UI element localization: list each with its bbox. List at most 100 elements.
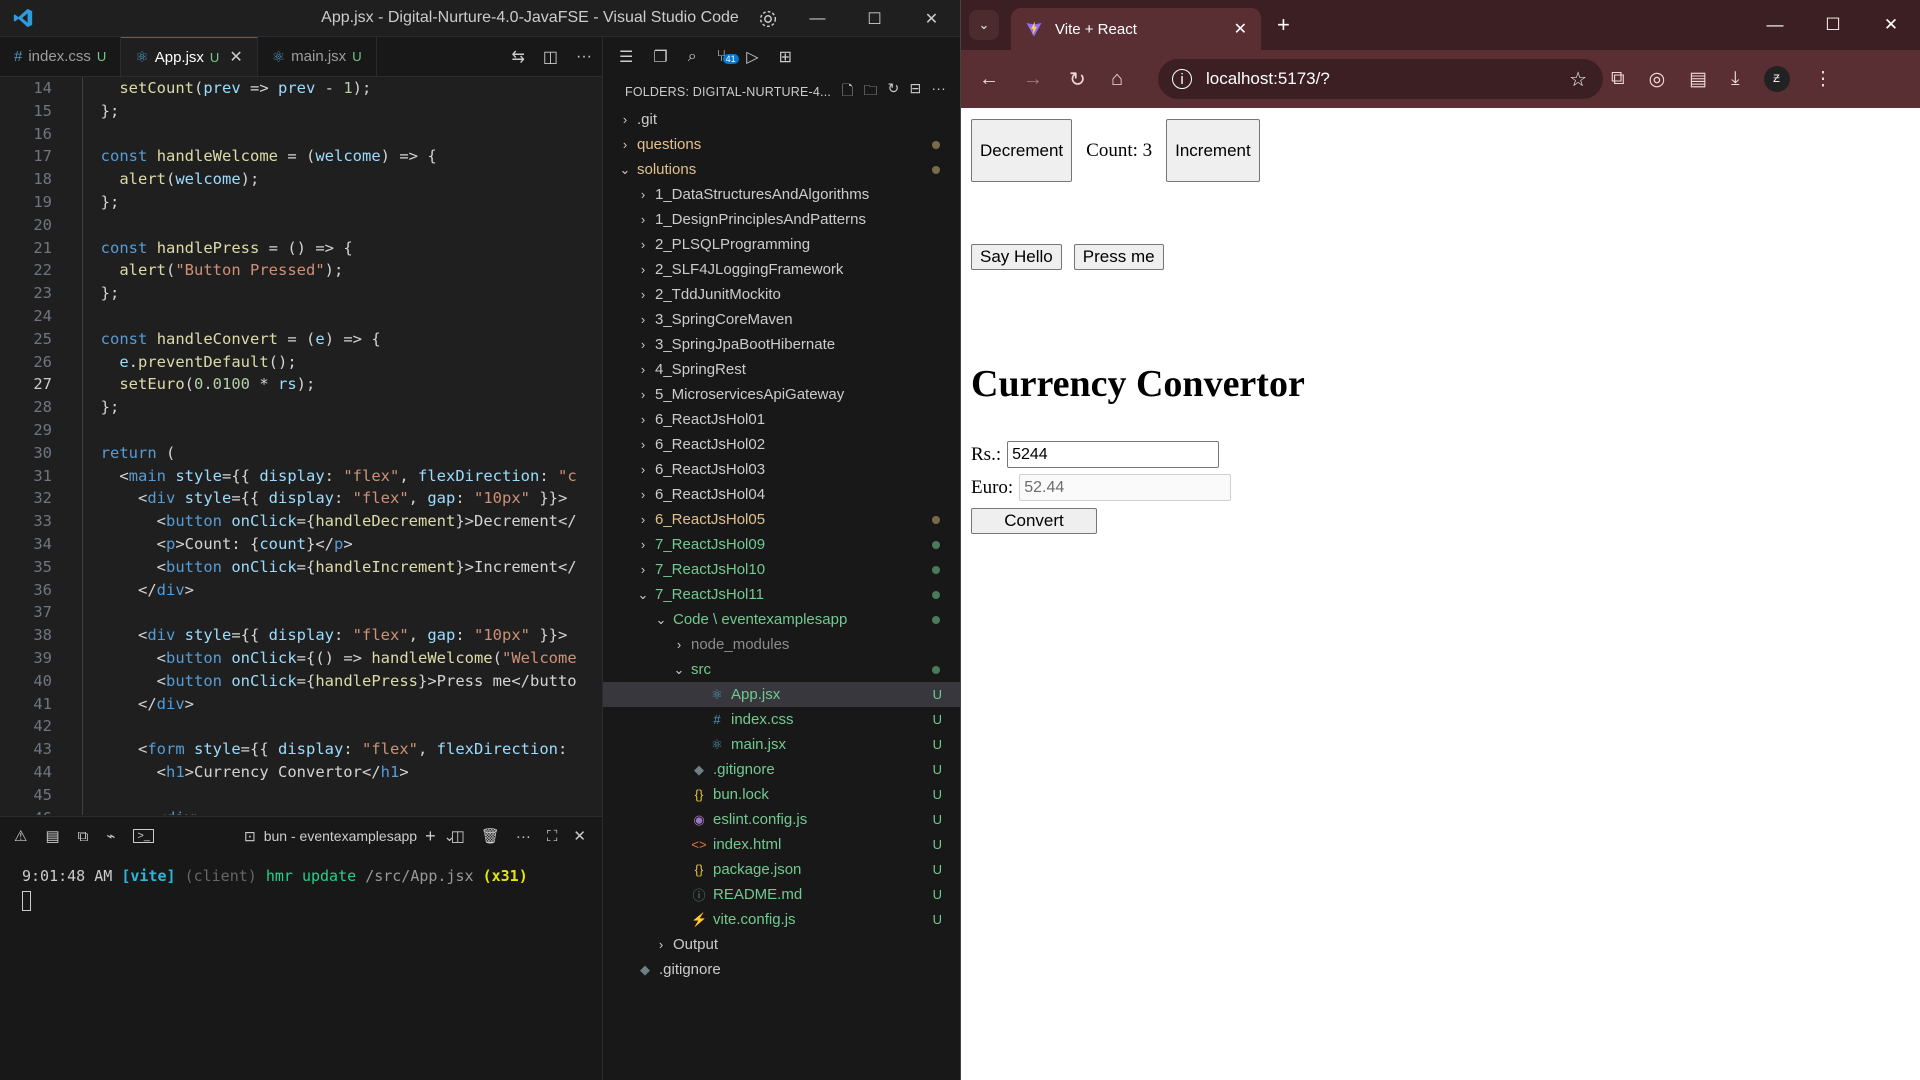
maximize-panel-icon[interactable]: ⛶ <box>547 828 558 845</box>
tree-item[interactable]: › 1_DesignPrinciplesAndPatterns <box>603 207 960 232</box>
tree-item[interactable]: › questions <box>603 132 960 157</box>
close-tab-icon[interactable]: ✕ <box>1234 19 1247 39</box>
ports-icon[interactable]: ⌁ <box>106 827 115 845</box>
new-tab-button[interactable]: + <box>1277 12 1290 38</box>
tree-item[interactable]: ⚡ vite.config.js U <box>603 907 960 932</box>
tree-item[interactable]: › 6_ReactJsHol04 <box>603 482 960 507</box>
minimize-button[interactable]: — <box>1746 0 1804 50</box>
tree-item[interactable]: {} package.json U <box>603 857 960 882</box>
tree-item[interactable]: ◆ .gitignore <box>603 957 960 982</box>
output-icon[interactable]: ▤ <box>45 827 59 845</box>
browser-tab[interactable]: Vite + React ✕ <box>1011 8 1261 50</box>
tree-item[interactable]: › 2_SLF4JLoggingFramework <box>603 257 960 282</box>
reading-list-icon[interactable]: ▤ <box>1689 68 1707 91</box>
tree-item[interactable]: › Output <box>603 932 960 957</box>
tree-item-label: 7_ReactJsHol11 <box>655 586 764 603</box>
close-panel-icon[interactable]: ✕ <box>573 827 586 845</box>
close-button[interactable]: ✕ <box>903 0 960 37</box>
tree-item[interactable]: › 4_SpringRest <box>603 357 960 382</box>
tree-item[interactable]: › 6_ReactJsHol05 <box>603 507 960 532</box>
close-tab-icon[interactable]: ✕ <box>229 47 242 67</box>
terminal-output[interactable]: 9:01:48 AM [vite] (client) hmr update /s… <box>0 855 602 927</box>
new-terminal-icon[interactable]: + <box>425 826 436 847</box>
search-icon[interactable]: ⌕ <box>688 48 697 66</box>
more-actions-icon[interactable]: ··· <box>516 828 531 845</box>
tree-item[interactable]: › 2_TddJunitMockito <box>603 282 960 307</box>
settings-gear-icon[interactable] <box>757 8 779 35</box>
forward-arrow-icon[interactable]: → <box>1023 50 1043 108</box>
compare-changes-icon[interactable]: ⇆ <box>511 47 524 67</box>
extensions-icon[interactable]: ⊞ <box>779 47 792 67</box>
tree-item[interactable]: › 6_ReactJsHol02 <box>603 432 960 457</box>
tree-item[interactable]: ◉ eslint.config.js U <box>603 807 960 832</box>
increment-button[interactable]: Increment <box>1166 119 1260 182</box>
more-actions-icon[interactable]: ··· <box>576 48 592 66</box>
say-hello-button[interactable]: Say Hello <box>971 244 1062 270</box>
tree-item[interactable]: › 1_DataStructuresAndAlgorithms <box>603 182 960 207</box>
log-time: 9:01:48 AM <box>22 867 113 885</box>
profile-avatar[interactable]: Ƶ <box>1763 66 1790 92</box>
download-icon[interactable]: ⤓ <box>1731 68 1739 90</box>
refresh-icon[interactable]: ↻ <box>888 80 900 104</box>
extensions-puzzle-icon[interactable]: ⧉ <box>1611 68 1625 90</box>
tree-item[interactable]: ⚛ main.jsx U <box>603 732 960 757</box>
tree-item[interactable]: # index.css U <box>603 707 960 732</box>
tree-item[interactable]: › 2_PLSQLProgramming <box>603 232 960 257</box>
tree-item[interactable]: › 5_MicroservicesApiGateway <box>603 382 960 407</box>
address-bar[interactable]: i localhost:5173/? ☆ <box>1158 59 1603 99</box>
screenshot-icon[interactable]: ◎ <box>1649 68 1666 91</box>
split-editor-icon[interactable]: ◫ <box>543 47 558 67</box>
tree-item[interactable]: <> index.html U <box>603 832 960 857</box>
menu-icon[interactable]: ☰ <box>619 47 633 67</box>
source-control-icon[interactable]: ⑂ 41 <box>717 48 739 66</box>
new-folder-icon[interactable]: 🗀 <box>863 80 877 104</box>
tree-item[interactable]: ⌄ src <box>603 657 960 682</box>
tree-item[interactable]: › .git <box>603 107 960 132</box>
tree-item[interactable]: ⌄ 7_ReactJsHol11 <box>603 582 960 607</box>
tree-item[interactable]: › 6_ReactJsHol03 <box>603 457 960 482</box>
tree-item[interactable]: ⌄ Code \ eventexamplesapp <box>603 607 960 632</box>
tree-item[interactable]: › 3_SpringJpaBootHibernate <box>603 332 960 357</box>
tab-app-jsx[interactable]: ⚛ App.jsx U ✕ <box>121 37 258 76</box>
tab-main-jsx[interactable]: ⚛ main.jsx U <box>258 37 377 76</box>
split-terminal-icon[interactable]: ◫ <box>451 827 465 845</box>
new-file-icon[interactable]: 🗋 <box>842 80 853 104</box>
collapse-all-icon[interactable]: ⊟ <box>909 80 921 104</box>
decrement-button[interactable]: Decrement <box>971 119 1073 182</box>
press-me-button[interactable]: Press me <box>1073 244 1164 270</box>
tree-item[interactable]: › 6_ReactJsHol01 <box>603 407 960 432</box>
bookmark-star-icon[interactable]: ☆ <box>1569 67 1587 92</box>
explorer-icon[interactable]: ❐ <box>653 47 667 67</box>
tree-item[interactable]: › 7_ReactJsHol09 <box>603 532 960 557</box>
site-info-icon[interactable]: i <box>1172 69 1192 89</box>
problems-icon[interactable]: ⚠ <box>14 827 27 845</box>
back-arrow-icon[interactable]: ← <box>979 50 999 108</box>
tab-index-css[interactable]: # index.css U <box>0 37 122 76</box>
menu-kebab-icon[interactable]: ⋮ <box>1814 68 1833 91</box>
tree-item[interactable]: › node_modules <box>603 632 960 657</box>
tab-search-button[interactable]: ⌄ <box>969 10 999 40</box>
tree-item[interactable]: {} bun.lock U <box>603 782 960 807</box>
rs-input[interactable]: 5244 <box>1007 441 1220 468</box>
tree-item[interactable]: ⚛ App.jsx U <box>603 682 960 707</box>
tree-item[interactable]: › 7_ReactJsHol10 <box>603 557 960 582</box>
terminal-selector[interactable]: ⊡ bun - eventexamplesapp + ⌄ <box>244 817 455 855</box>
convert-button[interactable]: Convert <box>971 508 1097 534</box>
terminal-tab-icon[interactable]: >_ <box>133 829 154 843</box>
kill-terminal-icon[interactable]: 🗑 <box>481 827 500 845</box>
more-actions-icon[interactable]: ··· <box>931 80 946 104</box>
close-button[interactable]: ✕ <box>1862 0 1920 50</box>
tree-item[interactable]: › 3_SpringCoreMaven <box>603 307 960 332</box>
code-editor[interactable]: 14 setCount(prev => prev - 1); 15 }; 16 17 … <box>0 77 602 815</box>
tree-item[interactable]: ⓘ README.md U <box>603 882 960 907</box>
home-icon[interactable]: ⌂ <box>1111 50 1123 108</box>
tree-item-label: src <box>691 661 711 678</box>
maximize-button[interactable]: ☐ <box>1804 0 1862 50</box>
maximize-button[interactable]: ☐ <box>846 0 903 37</box>
debug-console-icon[interactable]: ⧉ <box>78 828 89 845</box>
tree-item[interactable]: ⌄ solutions <box>603 157 960 182</box>
run-debug-icon[interactable]: ▷ <box>746 47 758 67</box>
tree-item[interactable]: ◆ .gitignore U <box>603 757 960 782</box>
reload-icon[interactable]: ↻ <box>1069 50 1086 108</box>
minimize-button[interactable]: — <box>789 0 846 37</box>
